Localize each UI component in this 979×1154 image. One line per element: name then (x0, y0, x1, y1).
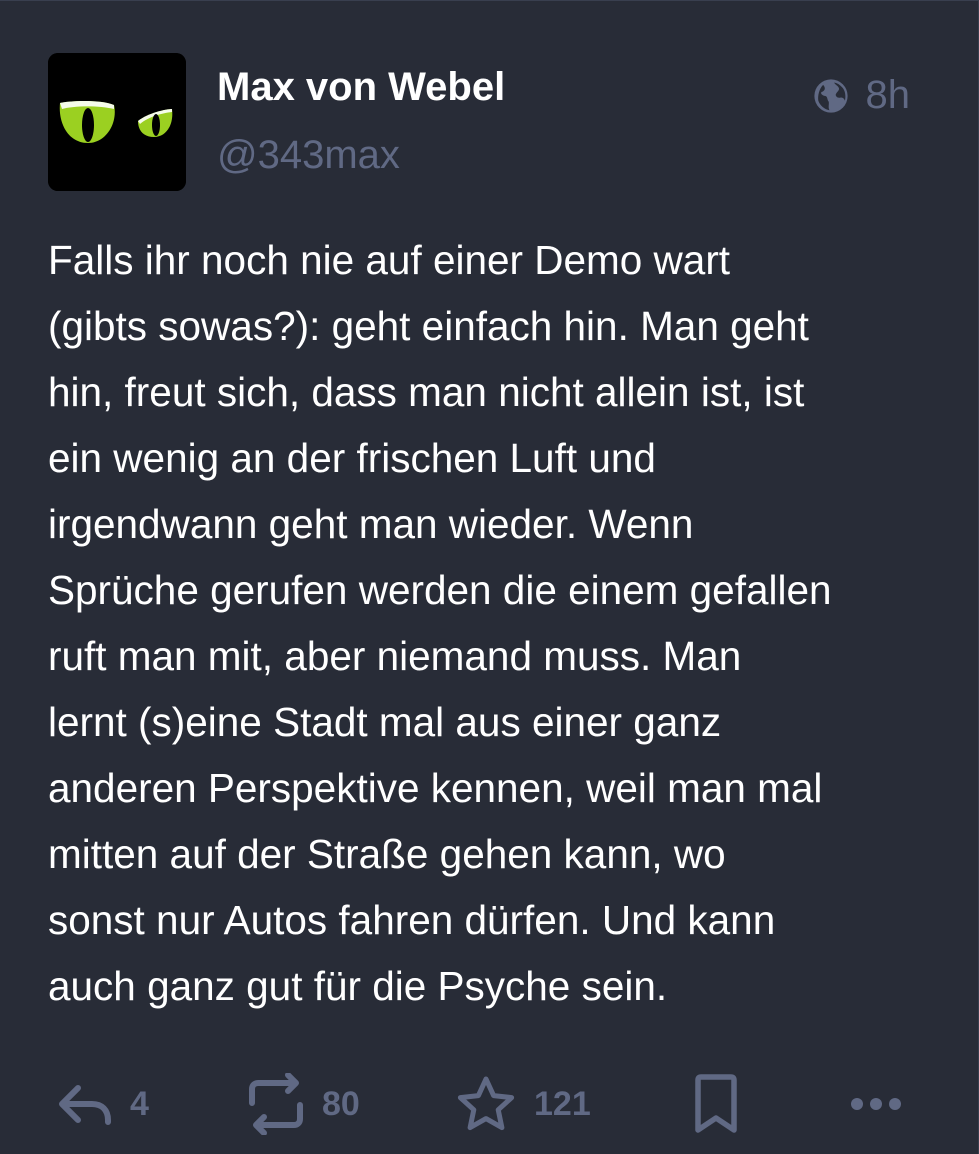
avatar[interactable] (48, 53, 186, 191)
cat-eyes-icon (48, 53, 186, 191)
star-icon (457, 1076, 515, 1131)
reply-count: 4 (130, 1084, 149, 1123)
boost-count: 80 (322, 1084, 360, 1123)
account-handle[interactable]: @343max (217, 133, 400, 178)
reply-icon (59, 1085, 111, 1125)
favourite-count: 121 (534, 1084, 591, 1123)
display-name[interactable]: Max von Webel (217, 65, 505, 110)
boost-icon (249, 1073, 303, 1135)
bookmark-button[interactable] (692, 1069, 740, 1139)
more-button[interactable] (850, 1069, 902, 1139)
status-card: Max von Webel @343max 8h Falls ihr noch … (0, 0, 979, 1154)
favourite-button[interactable]: 121 (456, 1069, 591, 1139)
status-content: Falls ihr noch nie auf einer Demo wart (… (48, 227, 928, 1019)
globe-icon (813, 78, 848, 113)
status-meta: 8h (812, 73, 911, 118)
bookmark-icon (695, 1074, 737, 1133)
relative-time[interactable]: 8h (866, 73, 911, 118)
reply-button[interactable]: 4 (56, 1069, 149, 1139)
action-bar: 4 80 121 (0, 1069, 979, 1139)
status-text: Falls ihr noch nie auf einer Demo wart (… (48, 237, 832, 1009)
boost-button[interactable]: 80 (248, 1069, 360, 1139)
more-icon (851, 1098, 901, 1110)
